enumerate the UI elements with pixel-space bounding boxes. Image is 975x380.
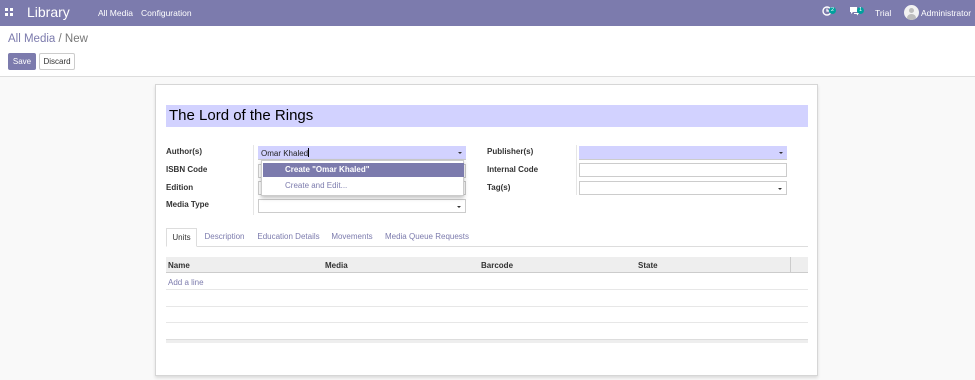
menu-all-media[interactable]: All Media	[98, 8, 133, 18]
internal-code-label: Internal Code	[487, 165, 539, 174]
title-input[interactable]: The Lord of the Rings	[166, 105, 808, 127]
media-type-select[interactable]	[258, 199, 466, 213]
table-row	[166, 291, 808, 307]
table-header: Name Media Barcode State	[166, 257, 808, 273]
media-type-caret-icon[interactable]	[457, 206, 461, 208]
tags-label: Tag(s)	[487, 183, 511, 192]
create-author-option[interactable]: Create "Omar Khaled"	[263, 163, 464, 177]
breadcrumb-current: New	[64, 33, 88, 45]
add-a-line-link[interactable]: Add a line	[168, 278, 204, 287]
breadcrumb: All Media / New	[8, 33, 88, 45]
discard-button[interactable]: Discard	[39, 53, 75, 70]
breadcrumb-separator: /	[58, 33, 62, 45]
user-avatar[interactable]	[904, 5, 919, 20]
tab-education-details[interactable]: Education Details	[254, 228, 323, 247]
column-barcode[interactable]: Barcode	[481, 261, 513, 270]
breadcrumb-parent-link[interactable]: All Media	[8, 33, 55, 45]
save-button[interactable]: Save	[8, 53, 36, 70]
table-row: Add a line	[166, 274, 808, 290]
isbn-label: ISBN Code	[166, 165, 208, 174]
app-title[interactable]: Library	[27, 4, 70, 20]
authors-input[interactable]: Omar Khaled	[258, 146, 466, 160]
table-footer	[166, 339, 808, 343]
notebook-tabs: Units Description Education Details Move…	[166, 228, 808, 247]
trial-label[interactable]: Trial	[875, 8, 891, 18]
form-sheet: The Lord of the Rings Author(s) ISBN Cod…	[155, 84, 818, 376]
publishers-caret-icon[interactable]	[779, 152, 783, 154]
user-name[interactable]: Administrator	[921, 8, 971, 18]
tab-movements[interactable]: Movements	[328, 228, 376, 247]
table-row	[166, 307, 808, 323]
media-type-label: Media Type	[166, 200, 209, 209]
internal-code-input[interactable]	[579, 163, 787, 177]
publishers-label: Publisher(s)	[487, 147, 534, 156]
column-state[interactable]: State	[638, 261, 658, 270]
tags-caret-icon[interactable]	[778, 188, 782, 190]
edition-label: Edition	[166, 183, 194, 192]
column-name[interactable]: Name	[168, 261, 190, 270]
authors-dropdown-caret-icon[interactable]	[458, 152, 462, 154]
control-panel: All Media / New Save Discard	[0, 26, 975, 77]
publishers-input[interactable]	[579, 146, 787, 160]
tab-description[interactable]: Description	[200, 228, 249, 247]
authors-autocomplete-dropdown: Create "Omar Khaled" Create and Edit...	[261, 160, 464, 196]
authors-label: Author(s)	[166, 147, 202, 156]
messages-count-badge: 1	[857, 7, 865, 14]
column-media[interactable]: Media	[325, 261, 348, 270]
tags-input[interactable]	[579, 181, 787, 195]
tab-units[interactable]: Units	[166, 228, 197, 247]
apps-menu-icon[interactable]	[5, 8, 14, 17]
create-and-edit-option[interactable]: Create and Edit...	[263, 179, 464, 193]
authors-input-value: Omar Khaled	[261, 149, 309, 158]
activity-count-badge: 2	[829, 7, 837, 14]
tab-media-queue-requests[interactable]: Media Queue Requests	[382, 228, 472, 247]
menu-configuration[interactable]: Configuration	[141, 8, 192, 18]
top-navbar: Library All Media Configuration 2 1 Tria…	[0, 0, 975, 26]
